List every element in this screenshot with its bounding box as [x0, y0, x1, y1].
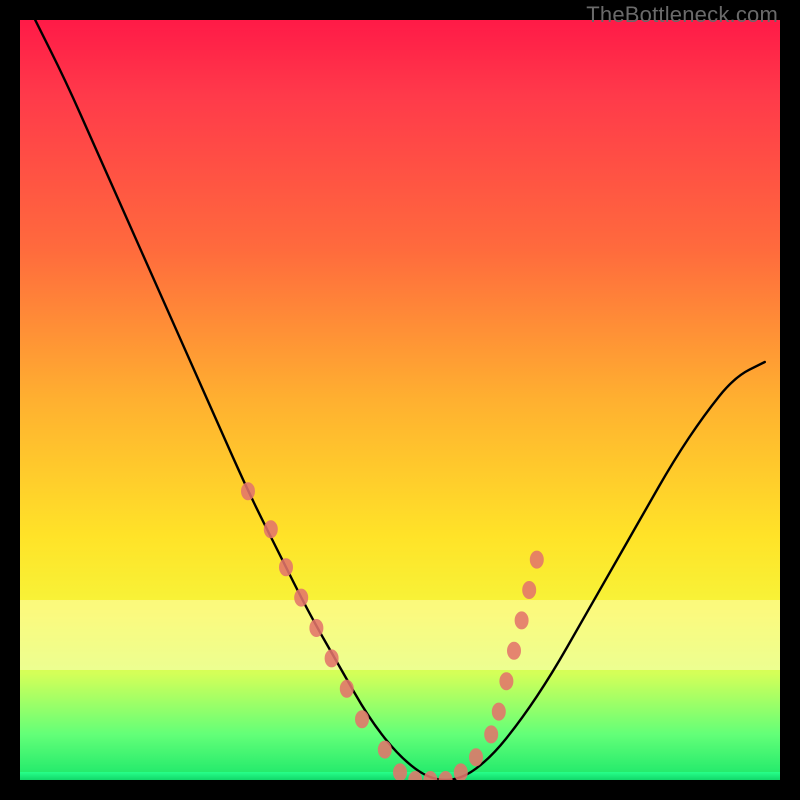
marker-dot — [393, 763, 407, 780]
chart-frame — [20, 20, 780, 780]
marker-dot — [499, 672, 513, 690]
marker-dot — [241, 482, 255, 500]
marker-group — [241, 482, 544, 780]
marker-dot — [279, 558, 293, 576]
marker-dot — [355, 710, 369, 728]
marker-dot — [294, 589, 308, 607]
bottleneck-curve — [35, 20, 765, 780]
watermark-text: TheBottleneck.com — [586, 2, 778, 28]
marker-dot — [522, 581, 536, 599]
marker-dot — [264, 520, 278, 538]
marker-dot — [423, 771, 437, 780]
marker-dot — [340, 680, 354, 698]
marker-dot — [309, 619, 323, 637]
curve-layer — [20, 20, 780, 780]
marker-dot — [484, 725, 498, 743]
marker-dot — [530, 551, 544, 569]
marker-dot — [325, 649, 339, 667]
marker-dot — [439, 771, 453, 780]
marker-dot — [507, 642, 521, 660]
marker-dot — [469, 748, 483, 766]
marker-dot — [454, 763, 468, 780]
marker-dot — [492, 703, 506, 721]
marker-dot — [515, 611, 529, 629]
marker-dot — [378, 741, 392, 759]
